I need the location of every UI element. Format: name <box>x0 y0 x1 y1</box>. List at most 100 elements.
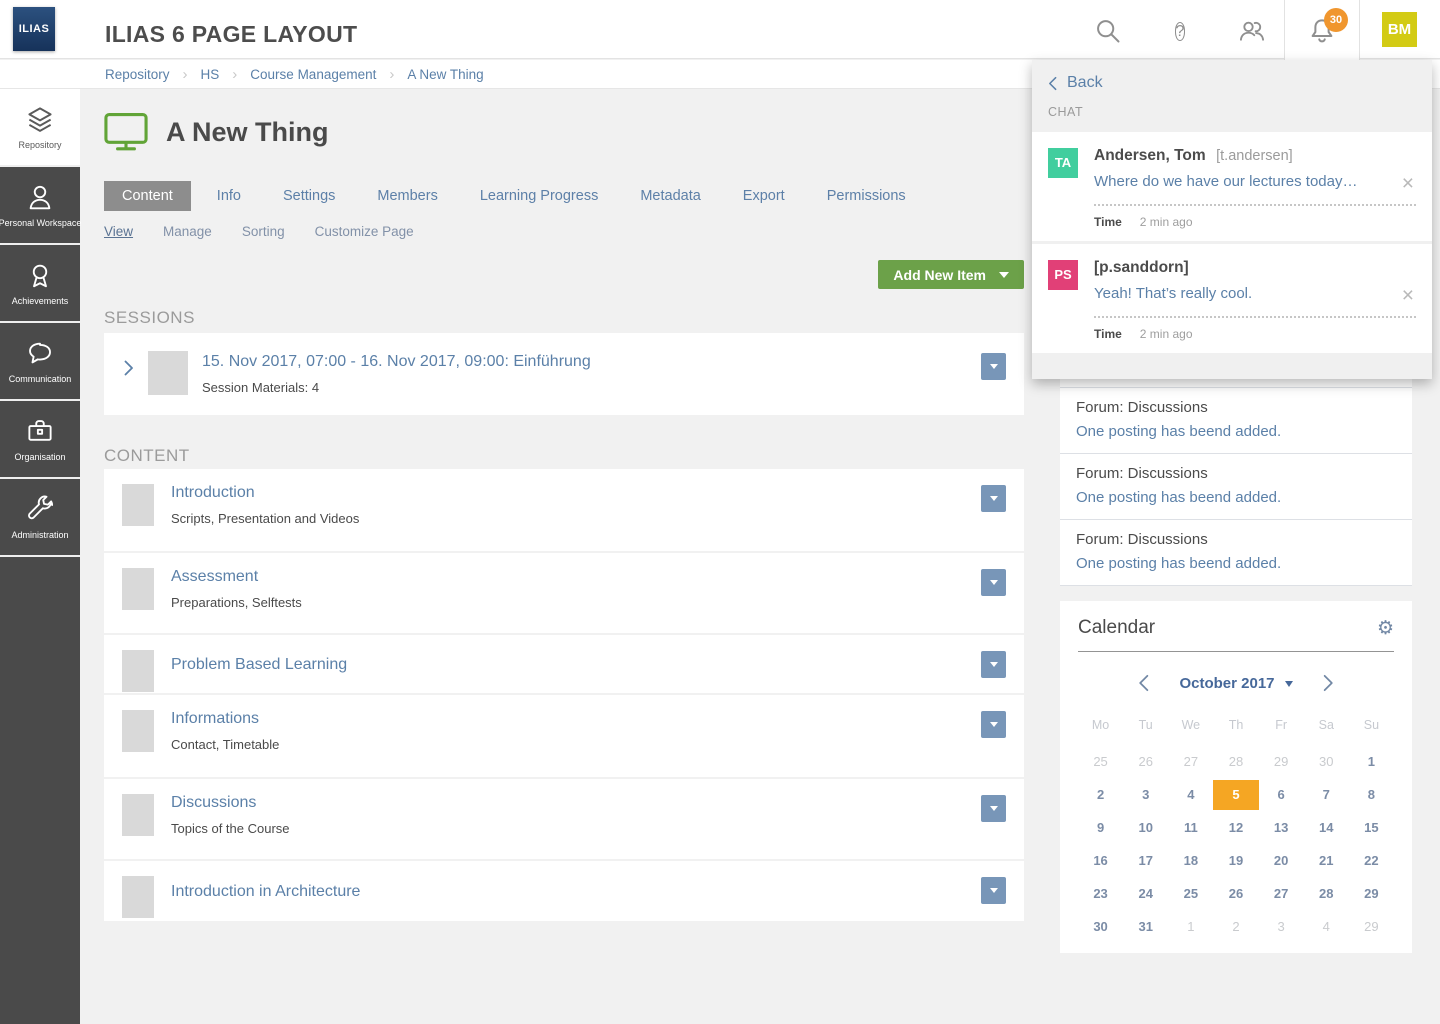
back-button[interactable]: Back <box>1032 60 1432 102</box>
subtab-customize-page[interactable]: Customize Page <box>315 224 414 244</box>
item-actions-dropdown[interactable] <box>981 711 1006 738</box>
sidebar-item-organisation[interactable]: Organisation <box>0 401 80 479</box>
tab-settings[interactable]: Settings <box>283 188 335 204</box>
subtab-sorting[interactable]: Sorting <box>242 224 285 244</box>
calendar-day[interactable]: 31 <box>1123 912 1168 942</box>
gear-icon[interactable]: ⚙ <box>1377 618 1394 638</box>
sidebar-item-communication[interactable]: Communication <box>0 323 80 401</box>
item-actions-dropdown[interactable] <box>981 795 1006 822</box>
tab-learning-progress[interactable]: Learning Progress <box>480 188 599 204</box>
calendar-day[interactable]: 28 <box>1304 879 1349 909</box>
content-item-link[interactable]: Assessment <box>171 568 302 586</box>
calendar-day[interactable]: 29 <box>1349 879 1394 909</box>
calendar-day[interactable]: 30 <box>1304 747 1349 777</box>
calendar-day[interactable]: 4 <box>1168 780 1213 810</box>
sidebar-item-repository[interactable]: Repository <box>0 89 80 167</box>
calendar-dow-label: Mo <box>1091 718 1110 732</box>
content-item-link[interactable]: Problem Based Learning <box>171 656 347 674</box>
calendar-day[interactable]: 7 <box>1304 780 1349 810</box>
tab-members[interactable]: Members <box>377 188 437 204</box>
calendar-day[interactable]: 25 <box>1078 747 1123 777</box>
calendar-day[interactable]: 6 <box>1259 780 1304 810</box>
calendar-day[interactable]: 30 <box>1078 912 1123 942</box>
sidebar-item-achievements[interactable]: Achievements <box>0 245 80 323</box>
calendar-day[interactable]: 2 <box>1213 912 1258 942</box>
tab-content[interactable]: Content <box>104 181 191 211</box>
calendar-day[interactable]: 22 <box>1349 846 1394 876</box>
chevron-right-icon[interactable] <box>124 360 134 415</box>
calendar-day[interactable]: 26 <box>1123 747 1168 777</box>
breadcrumb-current-page[interactable]: A New Thing <box>407 67 483 82</box>
calendar-day[interactable]: 29 <box>1349 912 1394 942</box>
close-icon[interactable]: × <box>1398 284 1418 308</box>
calendar-day[interactable]: 24 <box>1123 879 1168 909</box>
help-button[interactable]: ? <box>1163 14 1197 48</box>
item-actions-dropdown[interactable] <box>981 569 1006 596</box>
item-actions-dropdown[interactable] <box>981 485 1006 512</box>
calendar-day[interactable]: 10 <box>1123 813 1168 843</box>
calendar-day[interactable]: 27 <box>1168 747 1213 777</box>
calendar-day[interactable]: 17 <box>1123 846 1168 876</box>
content-item-link[interactable]: Introduction <box>171 484 359 502</box>
calendar-day[interactable]: 21 <box>1304 846 1349 876</box>
calendar-day[interactable]: 23 <box>1078 879 1123 909</box>
close-icon[interactable]: × <box>1398 172 1418 196</box>
calendar-day[interactable]: 20 <box>1259 846 1304 876</box>
calendar-day[interactable]: 26 <box>1213 879 1258 909</box>
calendar-day[interactable]: 28 <box>1213 747 1258 777</box>
calendar-day[interactable]: 1 <box>1349 747 1394 777</box>
calendar-next-month-button[interactable] <box>1323 674 1334 692</box>
breadcrumb-link-hs[interactable]: HS <box>201 67 220 82</box>
calendar-day[interactable]: 11 <box>1168 813 1213 843</box>
ilias-logo[interactable]: ILIAS <box>13 7 55 51</box>
calendar-prev-month-button[interactable] <box>1138 674 1149 692</box>
add-new-item-button[interactable]: Add New Item <box>878 260 1024 289</box>
calendar-day[interactable]: 27 <box>1259 879 1304 909</box>
calendar-month-dropdown[interactable]: October 2017 <box>1179 675 1293 692</box>
calendar-day[interactable]: 3 <box>1123 780 1168 810</box>
calendar-day[interactable]: 2 <box>1078 780 1123 810</box>
calendar-day[interactable]: 4 <box>1304 912 1349 942</box>
tab-export[interactable]: Export <box>743 188 785 204</box>
forum-feed-link[interactable]: One posting has beend added. <box>1076 423 1396 440</box>
forum-feed-link[interactable]: One posting has beend added. <box>1076 555 1396 572</box>
content-item-link[interactable]: Introduction in Architecture <box>171 883 360 901</box>
chat-message-link[interactable]: Where do we have our lectures today… <box>1094 173 1416 190</box>
calendar-day[interactable]: 1 <box>1168 912 1213 942</box>
item-actions-dropdown[interactable] <box>981 877 1006 904</box>
search-button[interactable] <box>1091 14 1125 48</box>
sidebar-item-label: Achievements <box>11 296 69 306</box>
calendar-day[interactable]: 12 <box>1213 813 1258 843</box>
tab-permissions[interactable]: Permissions <box>827 188 906 204</box>
sidebar-item-administration[interactable]: Administration <box>0 479 80 557</box>
calendar-day[interactable]: 16 <box>1078 846 1123 876</box>
who-is-online-button[interactable] <box>1235 14 1269 48</box>
calendar-day[interactable]: 18 <box>1168 846 1213 876</box>
session-title-link[interactable]: 15. Nov 2017, 07:00 - 16. Nov 2017, 09:0… <box>202 353 591 371</box>
calendar-day[interactable]: 3 <box>1259 912 1304 942</box>
calendar-day[interactable]: 9 <box>1078 813 1123 843</box>
calendar-day-selected[interactable]: 5 <box>1213 780 1259 810</box>
subtab-view[interactable]: View <box>104 224 133 244</box>
calendar-day[interactable]: 25 <box>1168 879 1213 909</box>
chat-message-link[interactable]: Yeah! That’s really cool. <box>1094 285 1416 302</box>
calendar-day[interactable]: 19 <box>1213 846 1258 876</box>
calendar-day[interactable]: 14 <box>1304 813 1349 843</box>
content-item-link[interactable]: Discussions <box>171 794 290 812</box>
subtab-manage[interactable]: Manage <box>163 224 212 244</box>
content-item-link[interactable]: Informations <box>171 710 279 728</box>
calendar-day[interactable]: 15 <box>1349 813 1394 843</box>
session-actions-dropdown[interactable] <box>981 353 1006 380</box>
sidebar-item-personal-workspace[interactable]: Personal Workspace <box>0 167 81 245</box>
forum-feed-link[interactable]: One posting has beend added. <box>1076 489 1396 506</box>
calendar-day[interactable]: 29 <box>1259 747 1304 777</box>
tab-metadata[interactable]: Metadata <box>640 188 700 204</box>
item-actions-dropdown[interactable] <box>981 651 1006 678</box>
tab-info[interactable]: Info <box>217 188 241 204</box>
user-avatar[interactable]: BM <box>1382 12 1417 47</box>
breadcrumb-link-repository[interactable]: Repository <box>105 67 170 82</box>
notifications-tab[interactable]: 30 <box>1284 0 1360 60</box>
calendar-day[interactable]: 8 <box>1349 780 1394 810</box>
breadcrumb-link-course-management[interactable]: Course Management <box>250 67 376 82</box>
calendar-day[interactable]: 13 <box>1259 813 1304 843</box>
